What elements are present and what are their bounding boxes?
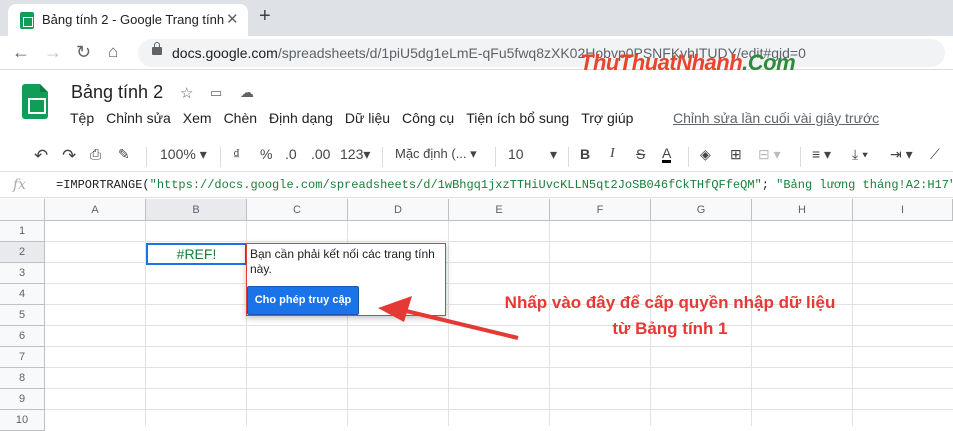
annotation-line-2: từ Bảng tính 1 xyxy=(612,319,728,338)
instruction-annotation: Nhấp vào đây để cấp quyền nhập dữ liệu t… xyxy=(470,290,870,342)
arrow-head xyxy=(378,296,412,322)
annotation-line-1: Nhấp vào đây để cấp quyền nhập dữ liệu xyxy=(504,293,836,312)
annotation-arrow xyxy=(378,296,519,340)
